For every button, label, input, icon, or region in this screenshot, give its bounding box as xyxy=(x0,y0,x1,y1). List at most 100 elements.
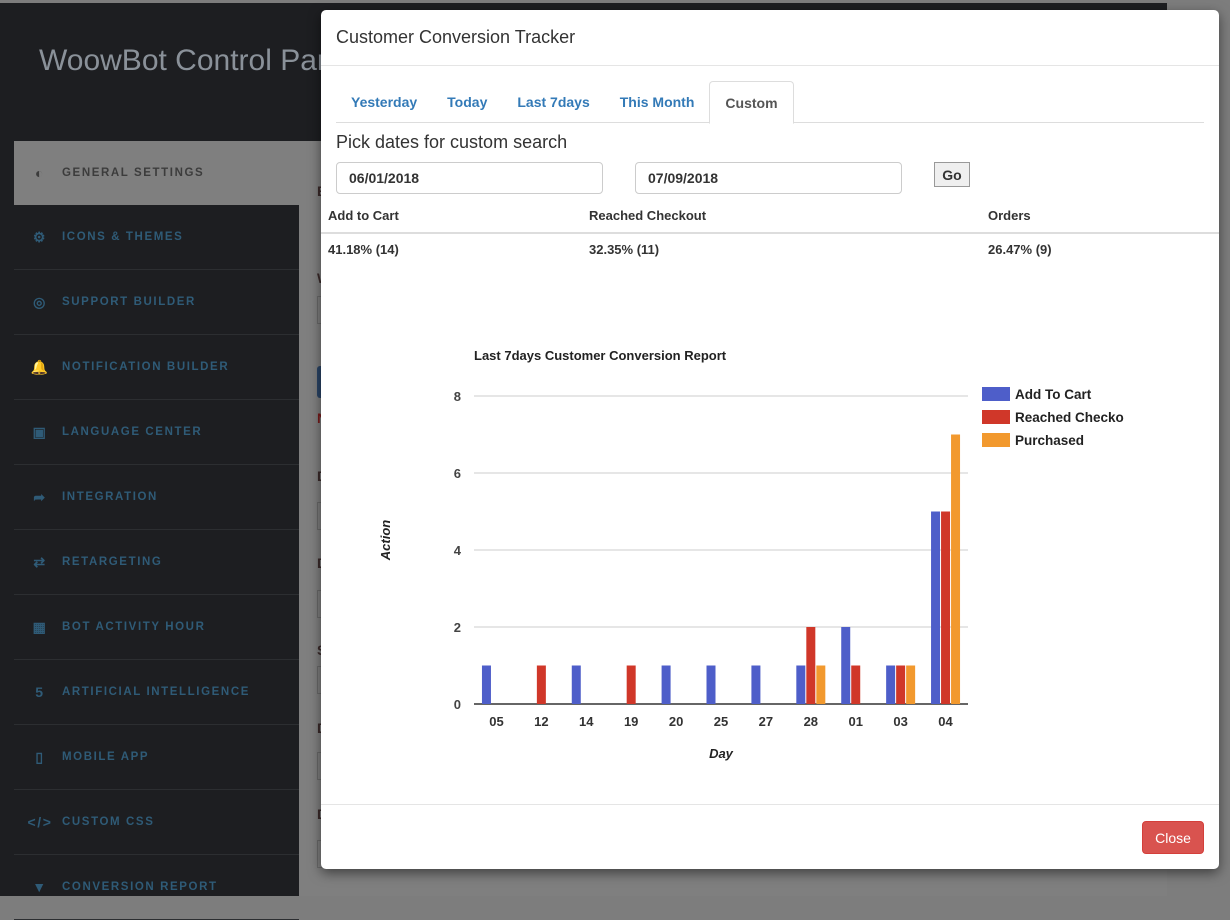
chart-title: Last 7days Customer Conversion Report xyxy=(474,348,727,363)
sidebar-item-label: ICONS & THEMES xyxy=(62,231,184,243)
sidebar-item-retargeting[interactable]: ⇄ RETARGETING xyxy=(14,530,299,595)
stat-header-orders: Orders xyxy=(988,208,1031,223)
x-tick-label: 20 xyxy=(669,714,683,729)
bar-reached-checkout-01 xyxy=(851,665,861,704)
sidebar-item-label: GENERAL SETTINGS xyxy=(62,167,205,179)
legend-label: Purchased xyxy=(1015,433,1084,448)
tab-last-7days[interactable]: Last 7days xyxy=(502,81,604,122)
sidebar-item-label: CONVERSION REPORT xyxy=(62,881,218,893)
stat-header-reached-checkout: Reached Checkout xyxy=(589,208,707,223)
bar-reached-checkout-12 xyxy=(536,665,546,704)
bar-add-to-cart-20 xyxy=(661,665,671,704)
go-button[interactable]: Go xyxy=(934,162,970,187)
top-edge xyxy=(0,0,1167,3)
sidebar-item-integration[interactable]: ➦ INTEGRATION xyxy=(14,465,299,530)
x-axis-label: Day xyxy=(709,746,734,761)
y-tick-label: 0 xyxy=(454,697,461,712)
x-tick-label: 03 xyxy=(893,714,907,729)
language-icon: ▣ xyxy=(32,423,48,440)
stat-value-orders: 26.47% (9) xyxy=(988,242,1052,257)
stats-header-row: Add to Cart Reached Checkout Orders xyxy=(321,200,1219,234)
sidebar-item-label: NOTIFICATION BUILDER xyxy=(62,361,230,373)
sidebar-item-label: BOT ACTIVITY HOUR xyxy=(62,621,206,633)
end-date-input[interactable] xyxy=(635,162,902,194)
bar-purchased-03 xyxy=(906,665,916,704)
bar-reached-checkout-19 xyxy=(626,665,636,704)
modal-header: Customer Conversion Tracker xyxy=(321,10,1219,66)
sidebar-item-notification-builder[interactable]: 🔔 NOTIFICATION BUILDER xyxy=(14,335,299,400)
conversion-tracker-modal: Customer Conversion Tracker Yesterday To… xyxy=(321,10,1219,869)
sidebar-item-label: MOBILE APP xyxy=(62,751,150,763)
legend-swatch xyxy=(982,410,1010,424)
custom-search-label: Pick dates for custom search xyxy=(336,132,568,152)
bar-reached-checkout-03 xyxy=(896,665,906,704)
sidebar-item-support-builder[interactable]: ◎ SUPPORT BUILDER xyxy=(14,270,299,335)
sidebar-item-bot-activity-hour[interactable]: ▦ BOT ACTIVITY HOUR xyxy=(14,595,299,660)
start-date-input[interactable] xyxy=(336,162,603,194)
sidebar-item-label: CUSTOM CSS xyxy=(62,816,155,828)
sidebar-item-custom-css[interactable]: </> CUSTOM CSS xyxy=(14,790,299,855)
modal-title: Customer Conversion Tracker xyxy=(336,27,576,47)
bar-purchased-28 xyxy=(816,665,826,704)
x-tick-label: 04 xyxy=(938,714,953,729)
y-axis-label: Action xyxy=(378,520,393,562)
x-tick-label: 01 xyxy=(848,714,862,729)
stat-header-add-to-cart: Add to Cart xyxy=(328,208,399,223)
tab-today[interactable]: Today xyxy=(432,81,502,122)
life-ring-icon: ◎ xyxy=(33,293,47,310)
x-tick-label: 05 xyxy=(489,714,503,729)
bar-purchased-04 xyxy=(951,434,961,704)
mobile-icon: ▯ xyxy=(35,748,45,765)
sidebar-item-conversion-report[interactable]: ▼ CONVERSION REPORT xyxy=(14,855,299,920)
sidebar-item-icons-themes[interactable]: ⚙ ICONS & THEMES xyxy=(14,205,299,270)
code-icon: </> xyxy=(27,814,53,830)
calendar-icon: ▦ xyxy=(32,618,48,635)
stat-value-add-to-cart: 41.18% (14) xyxy=(328,242,399,257)
y-tick-label: 8 xyxy=(454,389,461,404)
close-button[interactable]: Close xyxy=(1142,821,1204,854)
conversion-chart: Last 7days Customer Conversion Report 05… xyxy=(321,300,1219,790)
bar-reached-checkout-04 xyxy=(941,511,951,704)
tab-custom[interactable]: Custom xyxy=(709,81,794,124)
sidebar-item-artificial-intelligence[interactable]: 5 ARTIFICIAL INTELLIGENCE xyxy=(14,660,299,725)
legend-swatch xyxy=(982,433,1010,447)
modal-footer: Close xyxy=(321,804,1219,869)
legend-label: Add To Cart xyxy=(1015,387,1092,402)
retweet-icon: ⇄ xyxy=(33,553,47,570)
bar-reached-checkout-28 xyxy=(806,627,816,704)
tab-this-month[interactable]: This Month xyxy=(605,81,710,122)
sidebar-item-label: ARTIFICIAL INTELLIGENCE xyxy=(62,686,251,698)
bar-add-to-cart-04 xyxy=(931,511,941,704)
gear-icon: ⚙ xyxy=(32,228,48,245)
sidebar-item-label: INTEGRATION xyxy=(62,491,158,503)
y-tick-label: 2 xyxy=(454,620,461,635)
html5-icon: 5 xyxy=(35,684,45,700)
stats-value-row: 41.18% (14) 32.35% (11) 26.47% (9) xyxy=(321,234,1219,270)
stat-value-reached-checkout: 32.35% (11) xyxy=(589,242,660,257)
x-tick-label: 25 xyxy=(714,714,728,729)
sidebar: ◐ GENERAL SETTINGS ⚙ ICONS & THEMES ◎ SUPPORT… xyxy=(14,141,299,920)
sidebar-item-label: RETARGETING xyxy=(62,556,163,568)
x-tick-label: 19 xyxy=(624,714,638,729)
bar-add-to-cart-03 xyxy=(886,665,896,704)
app-title: WoowBot Control Panel xyxy=(39,44,357,77)
chart-svg: Last 7days Customer Conversion Report 05… xyxy=(378,348,1124,761)
toggle-icon: ◐ xyxy=(34,165,46,181)
x-tick-label: 28 xyxy=(804,714,818,729)
tab-yesterday[interactable]: Yesterday xyxy=(336,81,432,122)
x-tick-label: 12 xyxy=(534,714,548,729)
bar-add-to-cart-25 xyxy=(706,665,716,704)
x-tick-label: 14 xyxy=(579,714,594,729)
sidebar-item-language-center[interactable]: ▣ LANGUAGE CENTER xyxy=(14,400,299,465)
sidebar-item-mobile-app[interactable]: ▯ MOBILE APP xyxy=(14,725,299,790)
date-range-tabs: Yesterday Today Last 7days This Month Cu… xyxy=(336,81,1204,124)
x-tick-label: 27 xyxy=(759,714,773,729)
share-arrow-icon: ➦ xyxy=(33,488,47,505)
y-tick-label: 4 xyxy=(454,543,462,558)
bar-add-to-cart-05 xyxy=(481,665,491,704)
bell-icon: 🔔 xyxy=(30,358,50,375)
bar-add-to-cart-27 xyxy=(751,665,761,704)
sidebar-item-label: LANGUAGE CENTER xyxy=(62,426,203,438)
sidebar-item-general-settings[interactable]: ◐ GENERAL SETTINGS xyxy=(14,141,299,205)
bar-add-to-cart-01 xyxy=(841,627,851,704)
